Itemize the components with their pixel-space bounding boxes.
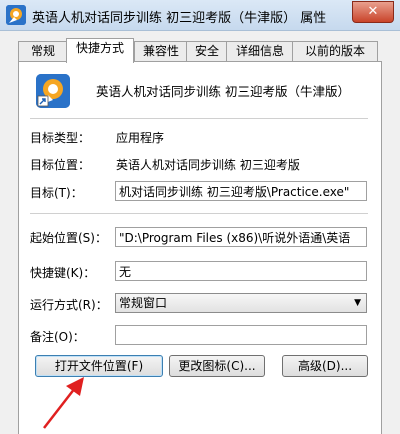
tab-shortcut[interactable]: 快捷方式	[66, 38, 134, 63]
annotation-arrow-icon	[43, 377, 84, 429]
